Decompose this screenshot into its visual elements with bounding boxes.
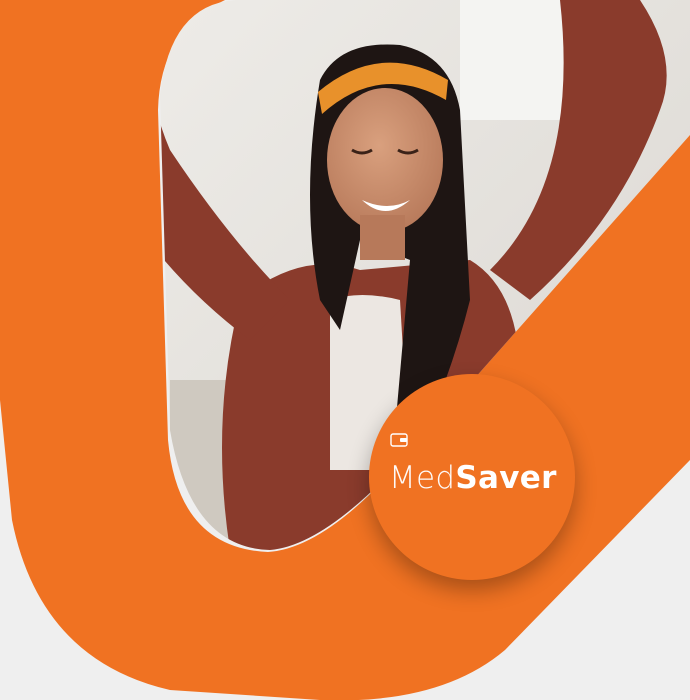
brand-logo: MedSaver bbox=[389, 458, 557, 498]
brand-name-light: Med bbox=[389, 460, 456, 496]
wallet-icon bbox=[390, 433, 408, 447]
hero-graphic bbox=[0, 0, 690, 700]
brand-name-bold: Saver bbox=[455, 460, 557, 496]
